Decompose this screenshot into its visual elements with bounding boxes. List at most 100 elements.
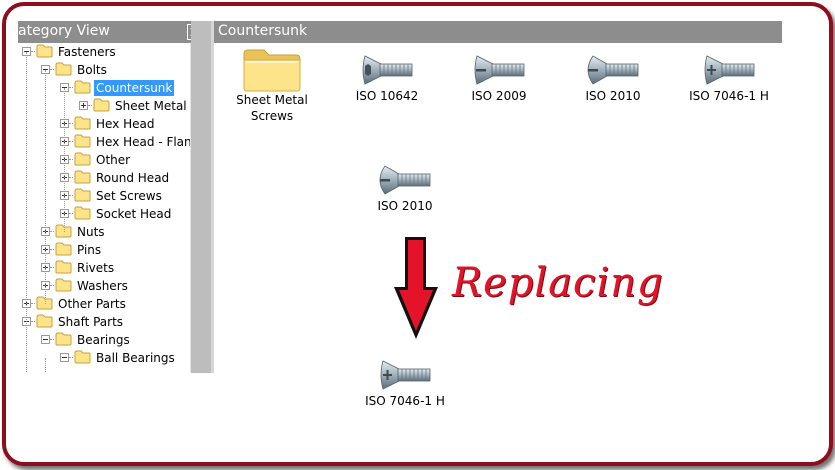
tree-item[interactable]: Washers <box>18 277 190 295</box>
tree-connector <box>50 285 54 286</box>
slotted-countersunk-screw-icon <box>474 55 525 85</box>
folder-icon <box>55 260 72 274</box>
tree-item-label: Hex Head <box>96 117 155 131</box>
folder-icon <box>243 49 301 92</box>
tree-connector <box>69 159 73 160</box>
tree-item-label: Countersunk <box>94 80 175 96</box>
tree-item-label: Socket Head <box>96 207 172 221</box>
tree-connector <box>69 177 73 178</box>
tree-guide-line <box>26 52 27 373</box>
raised-countersunk-screw-icon <box>587 55 639 85</box>
tree-item-label: Rivets <box>77 261 115 275</box>
content-item-label: ISO 2010 <box>585 89 641 103</box>
tree-item[interactable]: Ball Bearings <box>18 349 190 367</box>
folder-icon <box>74 116 91 130</box>
tree-item-label: Other Parts <box>58 297 126 311</box>
replacement-item-iso-7046-1-h[interactable]: ISO 7046-1 H <box>362 357 448 409</box>
category-view-panel: ategory View Fasteners Bolts Countersunk Sh… <box>18 21 211 373</box>
tree-item[interactable]: Sheet Metal S <box>18 97 190 115</box>
tree-connector <box>69 87 73 88</box>
folder-icon <box>74 206 91 220</box>
tree-connector <box>69 123 73 124</box>
tree-item-label: Ball Bearings <box>96 351 175 365</box>
content-item-iso-7046-1-h[interactable]: ISO 7046-1 H <box>686 52 772 104</box>
content-item-label: ISO 7046-1 H <box>365 394 445 408</box>
folder-icon <box>74 80 91 94</box>
replaced-item-iso-2010[interactable]: ISO 2010 <box>362 162 448 214</box>
tree-connector <box>31 303 35 304</box>
folder-icon <box>55 278 72 292</box>
content-item-label: ISO 7046-1 H <box>689 89 769 103</box>
tree-guide-line <box>64 88 65 232</box>
content-item-label: ISO 2010 <box>377 199 433 213</box>
category-view-title: ategory View <box>18 23 110 39</box>
tree-item[interactable]: Shaft Parts <box>18 313 190 331</box>
tree-connector <box>50 69 54 70</box>
folder-icon <box>74 134 91 148</box>
replacing-annotation: Replacing <box>452 260 664 306</box>
tree-item-label: Washers <box>77 279 128 293</box>
tree-item-label: Nuts <box>77 225 105 239</box>
expand-icon[interactable] <box>79 101 88 110</box>
content-title: Countersunk <box>218 23 308 39</box>
panel-splitter-edge <box>211 21 214 373</box>
tree-item[interactable]: Bearings <box>18 331 190 349</box>
tree-item-label: Shaft Parts <box>58 315 124 329</box>
tree-item[interactable]: Other Parts <box>18 295 190 313</box>
tree-item[interactable]: Bolts <box>18 61 190 79</box>
folder-icon <box>55 62 72 76</box>
collapse-icon[interactable] <box>41 335 50 344</box>
tree-item[interactable]: Pins <box>18 241 190 259</box>
content-item-iso-10642[interactable]: ISO 10642 <box>344 52 430 104</box>
tree-connector <box>88 105 92 106</box>
tree-item[interactable]: Countersunk <box>18 79 190 97</box>
category-tree: Fasteners Bolts Countersunk Sheet Metal S He… <box>18 43 190 373</box>
tree-item[interactable]: Set Screws <box>18 187 190 205</box>
tree-connector <box>50 339 54 340</box>
content-item-label: ISO 2009 <box>471 89 527 103</box>
socket-countersunk-screw-icon <box>362 55 413 85</box>
panel-splitter[interactable] <box>191 21 211 373</box>
tree-item-label: Bearings <box>77 333 130 347</box>
tree-item[interactable]: Rivets <box>18 259 190 277</box>
tree-item-label: Round Head <box>96 171 170 185</box>
content-item-folder[interactable]: Sheet Metal Screws <box>226 46 318 124</box>
category-view-header: ategory View <box>18 21 211 43</box>
tree-guide-line <box>45 70 46 304</box>
tree-item-label: Fasteners <box>58 45 116 59</box>
tree-item[interactable]: Hex Head - Flang <box>18 133 190 151</box>
tree-connector <box>31 321 35 322</box>
folder-icon <box>36 314 53 328</box>
tree-connector <box>69 213 73 214</box>
tree-item[interactable]: Round Head <box>18 169 190 187</box>
folder-icon <box>74 350 91 364</box>
content-item-label: ISO 10642 <box>355 89 419 103</box>
content-item-iso-2009[interactable]: ISO 2009 <box>456 52 542 104</box>
folder-icon <box>74 152 91 166</box>
tree-item[interactable]: Nuts <box>18 223 190 241</box>
collapse-icon[interactable] <box>60 353 69 362</box>
tree-item[interactable]: Other <box>18 151 190 169</box>
tree-item[interactable]: Socket Head <box>18 205 190 223</box>
tree-item[interactable]: Fasteners <box>18 43 190 61</box>
raised-countersunk-screw-icon <box>379 165 431 195</box>
phillips-countersunk-screw-icon <box>704 55 755 85</box>
tree-connector <box>31 51 35 52</box>
content-header: Countersunk <box>214 21 782 43</box>
folder-icon <box>93 98 110 112</box>
folder-icon <box>74 188 91 202</box>
down-arrow-icon <box>394 237 438 339</box>
phillips-countersunk-screw-icon <box>380 360 431 390</box>
tree-connector <box>69 195 73 196</box>
tree-connector <box>50 249 54 250</box>
tree-guide-line <box>45 358 46 373</box>
tree-item-label: Hex Head - Flang <box>96 135 190 149</box>
content-item-iso-2010[interactable]: ISO 2010 <box>570 52 656 104</box>
tree-item-label: Bolts <box>77 63 107 77</box>
tree-item[interactable]: Hex Head <box>18 115 190 133</box>
folder-icon <box>74 170 91 184</box>
folder-icon <box>55 332 72 346</box>
tree-connector <box>69 141 73 142</box>
content-item-label: Sheet Metal Screws <box>236 93 308 123</box>
tree-item-label: Pins <box>77 243 102 257</box>
